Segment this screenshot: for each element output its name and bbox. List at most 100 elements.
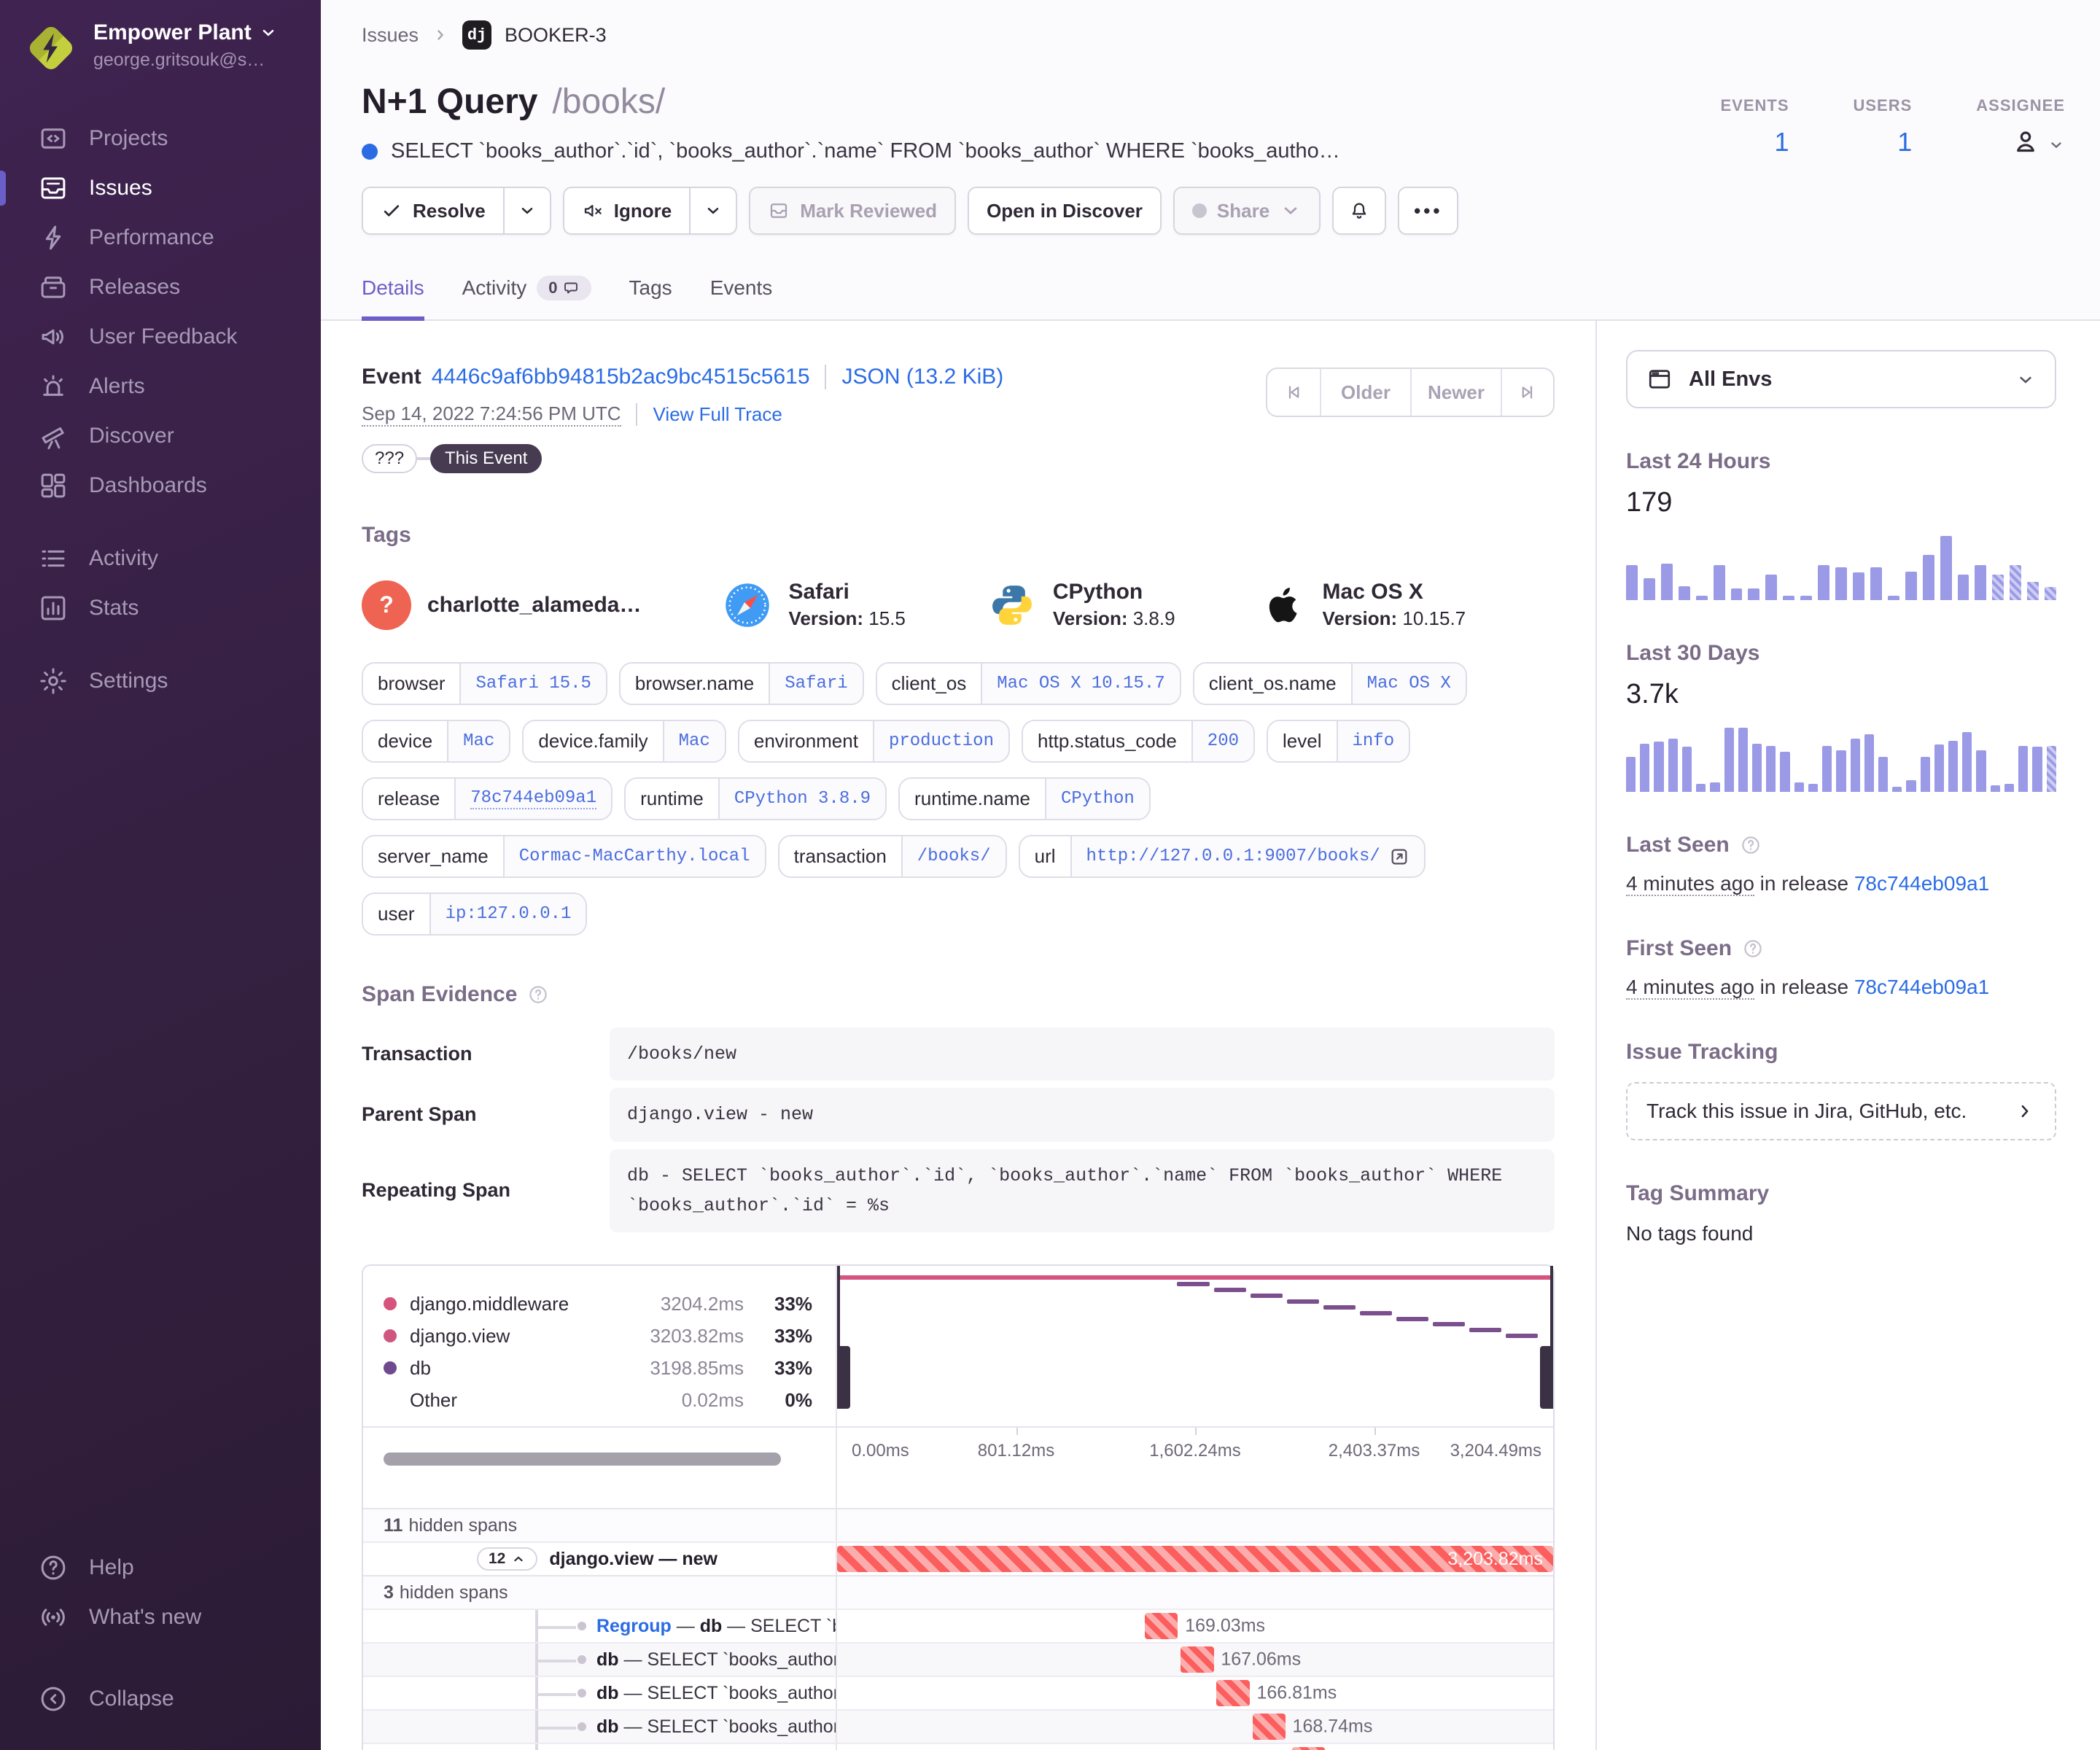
event-id-link[interactable]: 4446c9af6bb94815b2ac9bc4515c5615 (432, 365, 810, 389)
horizontal-scrollbar[interactable] (384, 1452, 781, 1466)
span-row[interactable]: db — SELECT `books_author` 166.81ms (363, 1676, 1553, 1709)
legend-name: Other (410, 1388, 458, 1411)
breadcrumb-issue-id: BOOKER-3 (505, 23, 607, 46)
breadcrumb-issues-link[interactable]: Issues (362, 24, 419, 47)
tag-pill-client_os[interactable]: client_os Mac OS X 10.15.7 (875, 662, 1181, 705)
parent-span-row[interactable]: 12 django.view — new 3,203.82ms (363, 1541, 1553, 1575)
tag-pill-level[interactable]: level info (1267, 720, 1411, 763)
unknown-trace-pill[interactable]: ??? (362, 444, 418, 473)
featured-tag[interactable]: Mac OS X Version: 10.15.7 (1257, 580, 1466, 630)
tag-pill-client_os-name[interactable]: client_os.name Mac OS X (1192, 662, 1467, 705)
issue-snippet-row: SELECT `books_author`.`id`, `books_autho… (362, 139, 1470, 163)
tag-pill-transaction[interactable]: transaction/books/ (777, 835, 1007, 878)
activity-count-badge: 0 (537, 276, 591, 300)
sidebar-item-settings[interactable]: Settings (0, 656, 321, 706)
org-switcher[interactable]: Empower Plant george.gritsouk@s… (0, 20, 321, 96)
chart-bar (1905, 572, 1917, 600)
users-count[interactable]: 1 (1897, 127, 1912, 158)
waterfall-minimap[interactable] (837, 1266, 1553, 1426)
tag-pill-http-status_code[interactable]: http.status_code 200 (1021, 720, 1256, 763)
hidden-spans-row-top[interactable]: 11 hidden spans (363, 1508, 1553, 1541)
chart-bar (1836, 750, 1846, 792)
sidebar-item-what-s-new[interactable]: What's new (0, 1592, 321, 1642)
sidebar-item-label: Collapse (89, 1687, 174, 1711)
span-row-label-cell: db — SELECT `books_author` (363, 1677, 837, 1709)
tag-pill-user[interactable]: user ip:127.0.0.1 (362, 892, 588, 936)
first-seen-release-link[interactable]: 78c744eb09a1 (1854, 976, 1989, 998)
tag-pill-environment[interactable]: environment production (737, 720, 1010, 763)
sidebar-item-dashboards[interactable]: Dashboards (0, 461, 321, 510)
tag-pill-browser-name[interactable]: browser.name Safari (618, 662, 864, 705)
span-row[interactable]: db — SELECT `books_author` 167.06ms (363, 1642, 1553, 1676)
question-circle-icon[interactable] (1740, 834, 1762, 856)
open-in-discover-button[interactable]: Open in Discover (968, 187, 1162, 235)
tag-value: Mac OS X 10.15.7 (981, 664, 1180, 704)
sidebar-item-stats[interactable]: Stats (0, 583, 321, 633)
tag-value: 78c744eb09a1 (454, 779, 612, 819)
sidebar-item-issues[interactable]: Issues (0, 163, 321, 213)
tag-pill-server_name[interactable]: server_name Cormac-MacCarthy.local (362, 835, 766, 878)
sidebar-item-help[interactable]: Help (0, 1543, 321, 1592)
more-actions-button[interactable]: ••• (1398, 187, 1459, 235)
sidebar-item-projects[interactable]: Projects (0, 114, 321, 163)
question-circle-icon[interactable] (1742, 938, 1764, 960)
tag-value: /books/ (901, 836, 1006, 876)
tag-pill-browser[interactable]: browser Safari 15.5 (362, 662, 607, 705)
assignee-selector[interactable] (2011, 127, 2065, 156)
newer-event-button[interactable]: Newer (1410, 369, 1501, 416)
span-row[interactable]: Regroup — db — SELECT `boo 169.03ms (363, 1609, 1553, 1642)
share-button[interactable]: Share (1172, 187, 1321, 235)
featured-tag[interactable]: ? charlotte_alameda… (362, 580, 641, 630)
sidebar-item-alerts[interactable]: Alerts (0, 362, 321, 411)
oldest-event-button[interactable] (1267, 369, 1320, 416)
sidebar-item-performance[interactable]: Performance (0, 213, 321, 262)
last-seen-release-link[interactable]: 78c744eb09a1 (1854, 872, 1989, 895)
tag-pill-runtime[interactable]: runtime CPython 3.8.9 (624, 777, 887, 820)
sidebar-item-discover[interactable]: Discover (0, 411, 321, 461)
minimap-left-handle[interactable] (837, 1266, 850, 1409)
sidebar-item-activity[interactable]: Activity (0, 534, 321, 583)
ignore-dropdown-button[interactable] (691, 187, 738, 235)
events-count[interactable]: 1 (1774, 127, 1789, 158)
tree-node-dot-icon (578, 1622, 586, 1630)
tag-pill-device[interactable]: device Mac (362, 720, 511, 763)
view-full-trace-link[interactable]: View Full Trace (635, 403, 782, 426)
tab-activity[interactable]: Activity 0 (462, 276, 591, 321)
tab-details[interactable]: Details (362, 276, 424, 321)
tag-pill-device-family[interactable]: device.family Mac (522, 720, 726, 763)
chart-bar (1751, 744, 1762, 792)
sidebar-item-releases[interactable]: Releases (0, 262, 321, 312)
featured-tag[interactable]: CPython Version: 3.8.9 (987, 580, 1175, 630)
mark-reviewed-button[interactable]: Mark Reviewed (749, 187, 957, 235)
span-duration-label: 169.03ms (1185, 1615, 1266, 1636)
featured-tag[interactable]: Safari Version: 15.5 (723, 580, 906, 630)
minimap-right-handle[interactable] (1540, 1266, 1553, 1409)
track-issue-button[interactable]: Track this issue in Jira, GitHub, etc. (1626, 1082, 2056, 1140)
ignore-button[interactable]: Ignore (562, 187, 691, 235)
event-json-link[interactable]: JSON (13.2 KiB) (824, 365, 1003, 389)
tag-pill-list: browser Safari 15.5 browser.name Safari clie… (362, 662, 1555, 936)
subscribe-bell-button[interactable] (1332, 187, 1387, 235)
span-row[interactable]: db — SELECT `books_author`167.29ms (363, 1743, 1553, 1750)
resolve-button[interactable]: Resolve (362, 187, 505, 235)
tag-pill-runtime-name[interactable]: runtime.name CPython (898, 777, 1151, 820)
tab-tags[interactable]: Tags (629, 276, 672, 321)
hidden-spans-row-mid[interactable]: 3 hidden spans (363, 1575, 1553, 1609)
tag-pill-release[interactable]: release 78c744eb09a1 (362, 777, 613, 820)
question-circle-icon[interactable] (527, 984, 549, 1006)
external-link-icon[interactable] (1389, 847, 1409, 867)
sidebar-collapse[interactable]: Collapse (0, 1674, 321, 1724)
span-count-chip[interactable]: 12 (477, 1547, 538, 1571)
legend-duration: 3204.2ms (660, 1292, 744, 1315)
skip-next-icon-button[interactable] (1501, 369, 1553, 416)
older-event-button[interactable]: Older (1320, 369, 1410, 416)
environment-select[interactable]: All Envs (1626, 350, 2056, 408)
span-regroup-link[interactable]: Regroup (596, 1616, 672, 1636)
tab-events[interactable]: Events (710, 276, 773, 321)
last-30-days-chart (1626, 728, 2056, 792)
resolve-dropdown-button[interactable] (504, 187, 551, 235)
tag-pill-url[interactable]: url http://127.0.0.1:9007/books/ (1018, 835, 1426, 878)
span-row[interactable]: db — SELECT `books_author` 168.74ms (363, 1709, 1553, 1743)
sidebar-item-user-feedback[interactable]: User Feedback (0, 312, 321, 362)
span-row-bar-cell: 168.74ms (837, 1711, 1553, 1743)
